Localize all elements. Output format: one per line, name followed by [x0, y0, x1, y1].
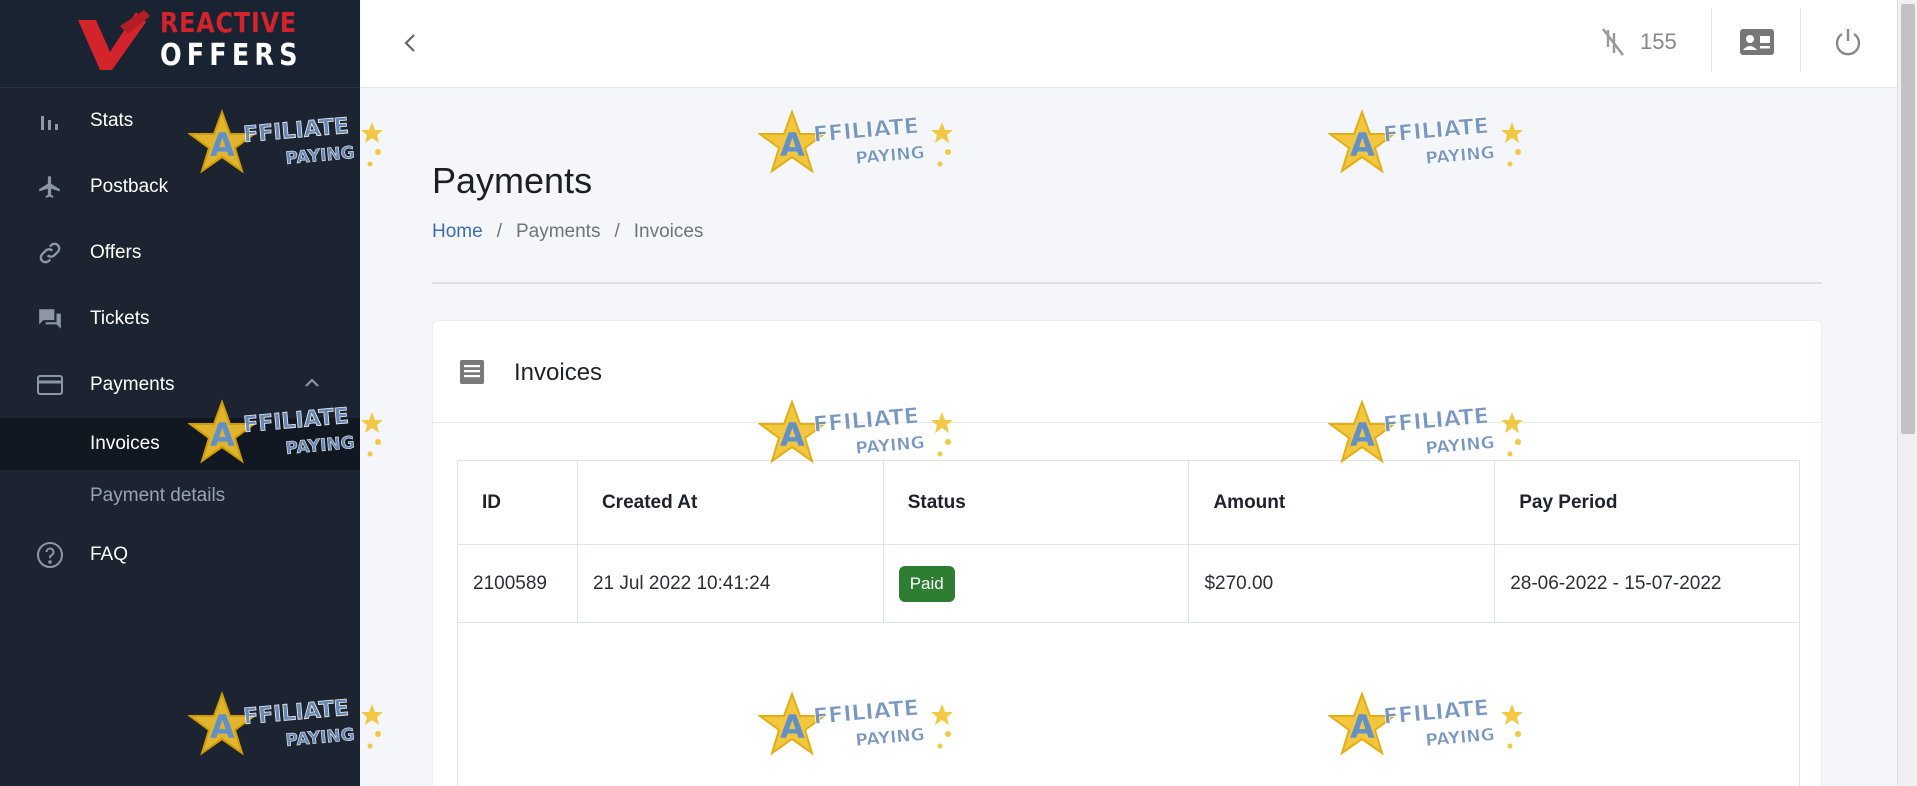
bar-chart-icon [36, 107, 64, 135]
sidebar-subitem-payment-details[interactable]: Payment details [0, 470, 360, 522]
sidebar-item-offers[interactable]: Offers [0, 220, 360, 286]
brand-line1: REACTIVE [160, 6, 298, 39]
card-title: Invoices [514, 359, 603, 386]
breadcrumb-payments: Payments [515, 221, 601, 242]
svg-text:A: A [780, 126, 805, 164]
sidebar-item-label: Tickets [90, 308, 150, 329]
credit-card-icon [36, 371, 64, 399]
svg-text:PAYING: PAYING [855, 143, 926, 169]
column-header-status[interactable]: Status [882, 460, 1190, 545]
divider [1711, 8, 1712, 72]
table-empty-area [457, 623, 1800, 786]
logo-icon [78, 10, 150, 70]
sidebar-item-faq[interactable]: FAQ [0, 522, 360, 588]
chevron-up-icon[interactable] [304, 376, 320, 388]
counter-value: 155 [1640, 29, 1677, 54]
column-header-created-at[interactable]: Created At [576, 460, 884, 545]
divider [432, 282, 1822, 284]
cell-status: Paid [882, 544, 1190, 623]
breadcrumb-separator: / [496, 221, 502, 242]
cell-id: 2100589 [457, 544, 578, 623]
column-header-amount[interactable]: Amount [1188, 460, 1496, 545]
sidebar-nav: Stats Postback Offers Tickets Payments I… [0, 88, 360, 588]
contact-card-button[interactable] [1737, 24, 1777, 60]
scroll-thumb[interactable] [1901, 4, 1915, 434]
card-header: Invoices [433, 321, 1821, 423]
svg-text:FFILIATE: FFILIATE [812, 114, 920, 148]
chat-icon [36, 305, 64, 333]
page-scrollbar[interactable] [1897, 0, 1917, 786]
breadcrumb: Home / Payments / Invoices [432, 221, 703, 243]
sidebar: REACTIVE OFFERS Stats Postback Offers Ti… [0, 0, 360, 786]
cell-created-at: 21 Jul 2022 10:41:24 [576, 544, 884, 623]
column-header-pay-period[interactable]: Pay Period [1494, 460, 1800, 545]
breadcrumb-invoices: Invoices [633, 221, 704, 242]
no-signal-icon [1602, 28, 1624, 56]
status-badge: Paid [898, 565, 955, 602]
sidebar-item-label: Payments [90, 374, 175, 395]
watermark-logo: A FFILIATE PAYING [756, 108, 958, 184]
breadcrumb-home[interactable]: Home [432, 221, 483, 243]
topbar: 155 [360, 0, 1897, 88]
svg-text:PAYING: PAYING [1425, 143, 1496, 169]
power-icon [1835, 29, 1861, 56]
logout-button[interactable] [1828, 24, 1868, 60]
sidebar-item-label: Offers [90, 242, 142, 263]
link-icon [36, 239, 64, 267]
brand-line2: OFFERS [160, 38, 303, 73]
invoices-table: ID Created At Status Amount Pay Period 2… [457, 460, 1800, 623]
table-header-row: ID Created At Status Amount Pay Period [457, 460, 1800, 545]
cell-pay-period: 28-06-2022 - 15-07-2022 [1494, 544, 1800, 623]
page-title: Payments [432, 160, 593, 201]
sidebar-item-label: Postback [90, 176, 169, 197]
svg-text:FFILIATE: FFILIATE [1382, 114, 1490, 148]
sidebar-item-tickets[interactable]: Tickets [0, 286, 360, 352]
divider [1800, 8, 1801, 72]
sidebar-item-label: Stats [90, 110, 134, 131]
receipt-icon [460, 360, 484, 384]
airplane-icon [36, 173, 64, 201]
watermark-logo: A FFILIATE PAYING [1326, 108, 1528, 184]
contact-card-icon [1740, 29, 1774, 55]
chevron-left-icon[interactable] [398, 28, 422, 58]
table-row[interactable]: 2100589 21 Jul 2022 10:41:24 Paid $270.0… [457, 544, 1800, 623]
invoices-card: Invoices ID Created At Status Amount Pay… [432, 320, 1822, 786]
cell-amount: $270.00 [1188, 544, 1496, 623]
column-header-id[interactable]: ID [457, 460, 578, 545]
sidebar-item-label: FAQ [90, 544, 129, 565]
sidebar-item-postback[interactable]: Postback [0, 154, 360, 220]
breadcrumb-separator: / [614, 221, 620, 242]
sidebar-item-payments[interactable]: Payments [0, 352, 360, 418]
question-icon [36, 541, 64, 569]
topbar-counter[interactable]: 155 [1600, 22, 1677, 62]
sidebar-subitem-invoices[interactable]: Invoices [0, 418, 360, 470]
brand-header: REACTIVE OFFERS [0, 0, 360, 88]
sidebar-item-stats[interactable]: Stats [0, 88, 360, 154]
svg-text:A: A [1350, 126, 1375, 164]
